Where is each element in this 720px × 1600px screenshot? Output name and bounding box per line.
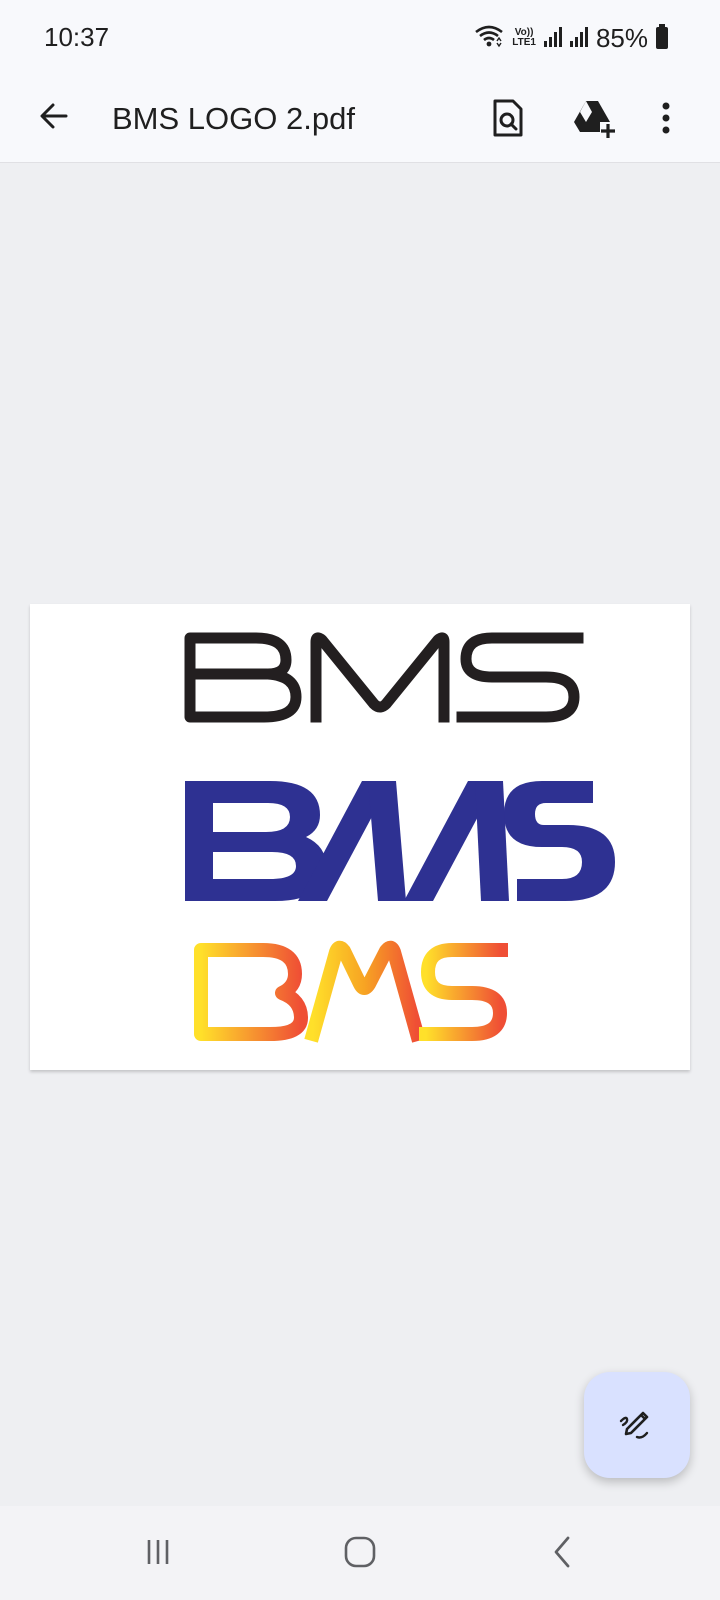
more-options-button[interactable]: [638, 92, 694, 148]
wifi-icon: [474, 24, 504, 53]
battery-icon: [656, 24, 668, 49]
back-button[interactable]: [28, 92, 80, 144]
volte-bottom: LTE1: [512, 37, 536, 48]
add-to-drive-icon: [572, 98, 616, 143]
system-nav-bar: [0, 1506, 720, 1600]
signal-icon: [569, 25, 588, 52]
find-in-page-button[interactable]: [480, 92, 536, 148]
nav-back-button[interactable]: [522, 1526, 602, 1582]
status-time: 10:37: [44, 22, 110, 52]
volte-indicator: Vo)) LTE1: [512, 28, 536, 48]
back-icon: [550, 1535, 574, 1574]
find-in-page-icon: [490, 98, 526, 143]
app-bar: BMS LOGO 2.pdf: [0, 78, 720, 163]
add-to-drive-button[interactable]: [566, 92, 622, 148]
home-icon: [343, 1535, 377, 1574]
logo-artwork: [184, 632, 615, 1043]
home-button[interactable]: [320, 1526, 400, 1582]
more-vert-icon: [660, 100, 672, 141]
signal-icon: [543, 25, 562, 52]
pdf-page[interactable]: [30, 604, 690, 1070]
document-title: BMS LOGO 2.pdf: [112, 101, 355, 136]
bms-logo-blue: [185, 781, 615, 901]
recents-button[interactable]: [118, 1526, 198, 1582]
battery-percent: 85%: [595, 22, 648, 53]
bms-logo-black: [184, 632, 584, 723]
status-icons: Vo)) LTE1 85%: [474, 18, 668, 58]
edit-pen-icon: [617, 1403, 657, 1448]
recents-icon: [143, 1537, 173, 1572]
bms-logo-gradient: [194, 940, 508, 1043]
back-arrow-icon: [36, 98, 72, 139]
edit-fab[interactable]: [584, 1372, 690, 1478]
status-bar: 10:37 Vo)) LTE1 85%: [0, 0, 720, 78]
